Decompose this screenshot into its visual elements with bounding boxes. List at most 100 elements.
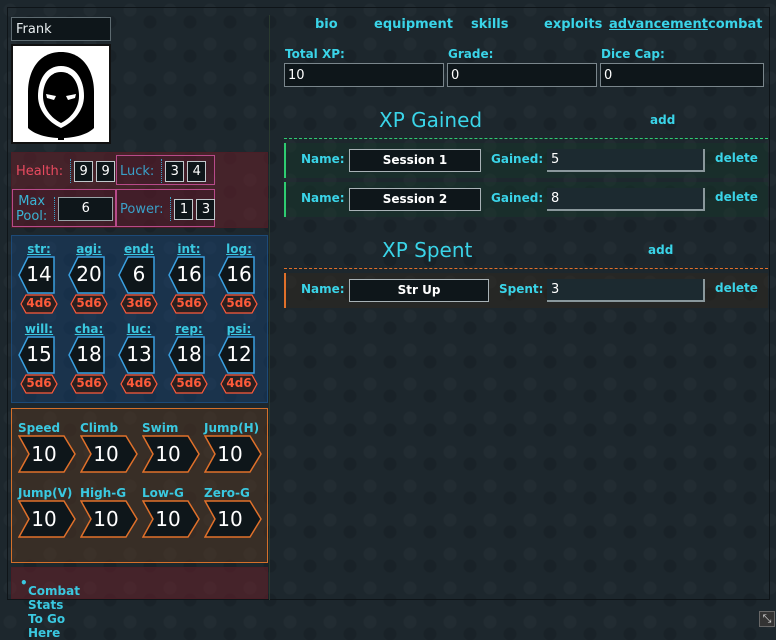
- attribute-label[interactable]: luc:: [114, 322, 164, 336]
- movement-value-box[interactable]: 10: [142, 435, 200, 473]
- attribute-label[interactable]: will:: [14, 322, 64, 336]
- xp-gained-value-label: Gained:: [491, 152, 544, 166]
- movement-value-box[interactable]: 10: [80, 435, 138, 473]
- attribute-label[interactable]: cha:: [64, 322, 114, 336]
- movement-value-box[interactable]: 10: [80, 500, 138, 538]
- attribute-dice-text: 5d6: [176, 296, 202, 310]
- movement-value: 10: [93, 507, 119, 531]
- attribute-dice-text: 5d6: [226, 296, 252, 310]
- attribute-value-box[interactable]: 16: [168, 256, 210, 294]
- xp-spent-title: XP Spent: [382, 238, 473, 262]
- luck-max[interactable]: 4: [187, 160, 207, 182]
- xp-spent-delete-link[interactable]: delete: [715, 281, 758, 295]
- attribute-label[interactable]: int:: [164, 242, 214, 256]
- movement-zero-g: Zero-G 10: [204, 486, 264, 538]
- xp-gained-value-field[interactable]: 8: [547, 188, 705, 211]
- movement-label: Swim: [142, 421, 179, 435]
- power-current[interactable]: 1: [174, 198, 194, 220]
- xp-gained-name-field[interactable]: Session 1: [349, 149, 481, 172]
- attribute-label[interactable]: psi:: [214, 322, 264, 336]
- movement-value-box[interactable]: 10: [18, 435, 76, 473]
- resize-handle-icon[interactable]: ⤡: [759, 611, 775, 627]
- attribute-label[interactable]: log:: [214, 242, 264, 256]
- xp-spent-add-link[interactable]: add: [648, 243, 673, 257]
- attribute-value: 18: [76, 342, 102, 366]
- movement-label: Jump(H): [204, 421, 260, 435]
- attribute-dice: 5d6: [220, 294, 258, 314]
- attribute-dice: 5d6: [170, 294, 208, 314]
- total-xp-input[interactable]: [284, 63, 444, 87]
- attribute-end: end: 6 3d6: [114, 242, 164, 314]
- xp-gained-name-label: Name:: [301, 191, 345, 205]
- attribute-value-box[interactable]: 18: [68, 336, 110, 374]
- attribute-value-box[interactable]: 20: [68, 256, 110, 294]
- max-pool-value[interactable]: 6: [58, 197, 114, 221]
- attribute-str: str: 14 4d6: [14, 242, 64, 314]
- attribute-dice-text: 4d6: [126, 376, 152, 390]
- xp-gained-add-link[interactable]: add: [650, 113, 675, 127]
- tab-equipment[interactable]: equipment: [374, 17, 453, 32]
- character-name-input[interactable]: [11, 17, 111, 41]
- attribute-label[interactable]: rep:: [164, 322, 214, 336]
- health-max[interactable]: 9: [96, 160, 116, 182]
- attribute-dice-text: 5d6: [26, 376, 52, 390]
- power-max[interactable]: 3: [196, 198, 216, 220]
- attribute-dice: 4d6: [120, 374, 158, 394]
- attribute-dice-text: 5d6: [176, 376, 202, 390]
- attribute-value-box[interactable]: 6: [118, 256, 160, 294]
- attribute-value: 14: [26, 262, 52, 286]
- xp-spent-name-field[interactable]: Str Up: [349, 279, 489, 302]
- movement-value: 10: [31, 507, 57, 531]
- tab-advancement[interactable]: advancement: [609, 17, 708, 32]
- movement-value: 10: [155, 507, 181, 531]
- movement-value-box[interactable]: 10: [142, 500, 200, 538]
- xp-gained-delete-link[interactable]: delete: [715, 190, 758, 204]
- attribute-dice: 5d6: [20, 374, 58, 394]
- tab-combat[interactable]: combat: [708, 17, 762, 32]
- attribute-dice-text: 5d6: [76, 376, 102, 390]
- tab-exploits[interactable]: exploits: [544, 17, 602, 32]
- attribute-value-box[interactable]: 13: [118, 336, 160, 374]
- attribute-value: 16: [226, 262, 252, 286]
- vitals-panel: Health: 9 9 Luck: 3 4 Max Pool: 6 Power:…: [11, 152, 268, 228]
- health-current[interactable]: 9: [74, 160, 94, 182]
- movement-value: 10: [155, 442, 181, 466]
- attribute-label[interactable]: str:: [14, 242, 64, 256]
- movement-value: 10: [217, 442, 243, 466]
- attribute-dice-text: 3d6: [126, 296, 152, 310]
- dice-cap-input[interactable]: [600, 63, 764, 87]
- attribute-label[interactable]: end:: [114, 242, 164, 256]
- tab-skills[interactable]: skills: [471, 17, 509, 32]
- attributes-panel: str: 14 4d6 agi: 20 5d6 end: 6 3d6 int: 16 5d6 log: 1…: [11, 235, 268, 403]
- xp-gained-delete-link[interactable]: delete: [715, 151, 758, 165]
- attribute-dice: 5d6: [70, 374, 108, 394]
- sidebar: Health: 9 9 Luck: 3 4 Max Pool: 6 Power:…: [9, 15, 270, 640]
- attribute-int: int: 16 5d6: [164, 242, 214, 314]
- movement-label: Jump(V): [18, 486, 73, 500]
- luck-current[interactable]: 3: [165, 160, 185, 182]
- attribute-value-box[interactable]: 14: [18, 256, 60, 294]
- total-xp-label: Total XP:: [285, 47, 345, 61]
- combat-placeholder: • Combat Stats To Go Here: [20, 576, 80, 640]
- movement-climb: Climb 10: [80, 421, 140, 473]
- attribute-value-box[interactable]: 12: [218, 336, 260, 374]
- attribute-cha: cha: 18 5d6: [64, 322, 114, 394]
- xp-spent-value-field[interactable]: 3: [547, 279, 705, 302]
- health-row: Health: 9 9: [16, 157, 118, 185]
- movement-value-box[interactable]: 10: [204, 500, 262, 538]
- attribute-value-box[interactable]: 16: [218, 256, 260, 294]
- max-pool-label-line2: Pool:: [16, 209, 48, 224]
- attribute-label[interactable]: agi:: [64, 242, 114, 256]
- movement-value-box[interactable]: 10: [18, 500, 76, 538]
- movement-jumph: Jump(H) 10: [204, 421, 264, 473]
- xp-gained-name-field[interactable]: Session 2: [349, 188, 481, 211]
- attribute-value-box[interactable]: 18: [168, 336, 210, 374]
- movement-value-box[interactable]: 10: [204, 435, 262, 473]
- portrait[interactable]: [11, 44, 111, 144]
- max-pool-label: Max Pool:: [16, 194, 47, 224]
- power-row: Power: 1 3: [120, 195, 218, 223]
- attribute-value-box[interactable]: 15: [18, 336, 60, 374]
- xp-gained-value-field[interactable]: 5: [547, 149, 705, 172]
- tab-bio[interactable]: bio: [315, 17, 338, 32]
- grade-input[interactable]: [447, 63, 597, 87]
